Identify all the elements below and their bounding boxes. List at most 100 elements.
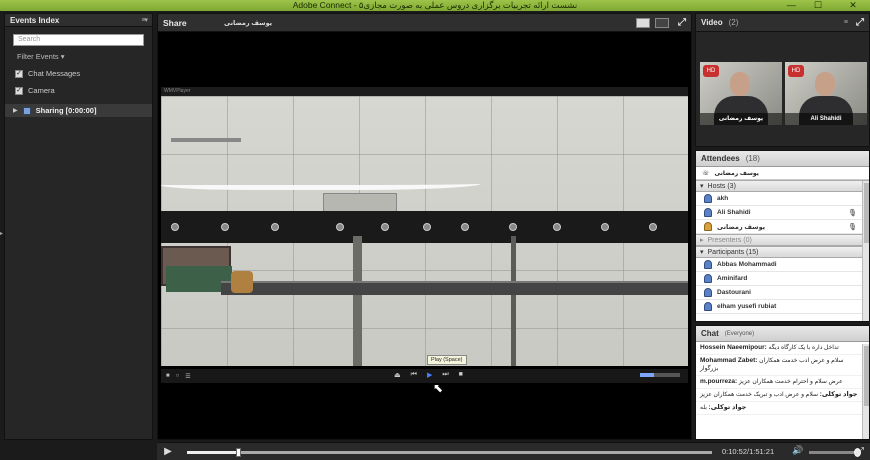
events-search-input[interactable]: Search xyxy=(13,34,144,46)
event-sharing-item[interactable]: ▶ Sharing [0:00:00] xyxy=(5,104,152,117)
attendee-row[interactable]: Dastourani xyxy=(696,286,869,300)
attendees-header: Attendees (18) xyxy=(696,151,869,167)
checkbox-camera[interactable]: ✓ Camera xyxy=(15,86,152,95)
collapse-arrow-icon[interactable]: ▾ xyxy=(700,248,704,256)
events-index-title: Events Index xyxy=(10,15,60,25)
volume-icon[interactable]: 🔊 xyxy=(792,445,803,456)
full-view-button[interactable] xyxy=(655,17,669,28)
event-sharing-label: Sharing [0:00:00] xyxy=(35,106,97,115)
attendee-row[interactable]: Ali Shahidi 🎙 xyxy=(696,206,869,220)
water-hose xyxy=(161,174,481,190)
bolt xyxy=(381,223,389,231)
brass-fitting xyxy=(231,271,253,293)
person-icon xyxy=(704,274,712,283)
microphone-icon: 🎙 xyxy=(848,209,857,217)
person-icon xyxy=(704,302,712,311)
attendees-scrollbar[interactable] xyxy=(862,181,869,321)
attendees-count: (18) xyxy=(745,154,760,163)
next-icon[interactable]: ⏭ xyxy=(442,371,448,379)
stop-icon[interactable]: ■ xyxy=(459,371,463,379)
microphone-icon: 🎙 xyxy=(848,223,857,231)
chat-title: Chat xyxy=(701,329,719,338)
attendees-pod: Attendees (18) ☏ یوسف رمضانی ▾ Hosts (3)… xyxy=(695,150,870,322)
play-icon[interactable]: ▶ xyxy=(427,371,432,379)
camera-name: Ali Shahidi xyxy=(785,113,867,125)
playback-time: 0:10:52/1:51:21 xyxy=(722,447,775,456)
checkbox-checked-icon[interactable]: ✓ xyxy=(15,86,23,95)
volume-slider[interactable] xyxy=(809,448,861,457)
chat-scrollbar[interactable] xyxy=(862,344,869,439)
previous-icon[interactable]: ⏮ xyxy=(411,371,417,379)
fullscreen-icon[interactable]: ⤢ xyxy=(678,17,686,28)
eject-icon[interactable]: ⏏ xyxy=(394,371,401,379)
bolt xyxy=(336,223,344,231)
chat-message: Mohammad Zabet: سلام و عرض ادب خدمت همکا… xyxy=(696,355,869,376)
play-tooltip: Play (Space) xyxy=(427,355,467,365)
attendee-row[interactable]: یوسف رمضانی 🎙 xyxy=(696,220,869,234)
user-status-icon[interactable]: ☏ xyxy=(702,170,710,177)
settings-icon[interactable]: ☰ xyxy=(185,373,190,380)
hd-badge: HD xyxy=(788,65,804,77)
vertical-rod xyxy=(511,236,516,366)
chat-sender: جواد توکلی: xyxy=(708,404,747,411)
chevron-down-icon: ▾ xyxy=(60,52,65,61)
close-button[interactable]: ✕ xyxy=(840,0,866,11)
attendee-row[interactable]: elham yusefi rubiat xyxy=(696,300,869,314)
attendee-name: Abbas Mohammadi xyxy=(717,261,777,268)
shared-video-frame[interactable] xyxy=(161,96,688,366)
attendee-name: elham yusefi rubiat xyxy=(717,303,777,310)
checkbox-checked-icon[interactable]: ✓ xyxy=(15,69,23,78)
attendee-name: Dastourani xyxy=(717,289,751,296)
black-beam xyxy=(161,211,688,243)
chat-text: بله xyxy=(700,405,707,411)
maximize-button[interactable]: ☐ xyxy=(814,0,822,11)
minimize-button[interactable]: — xyxy=(787,0,796,11)
bolt xyxy=(509,223,517,231)
bolt xyxy=(649,223,657,231)
seek-thumb[interactable] xyxy=(236,448,242,457)
fit-width-button[interactable] xyxy=(636,17,650,28)
chat-text: تداخل داره با یک کارگاه دیگه xyxy=(768,345,839,351)
person-icon xyxy=(704,208,712,217)
group-label: Participants (15) xyxy=(707,248,759,256)
group-presenters[interactable]: ▸ Presenters (0) xyxy=(696,234,869,246)
camera-feed[interactable]: HD Ali Shahidi xyxy=(785,62,867,125)
collapse-arrow-icon[interactable]: ▾ xyxy=(700,182,704,190)
chat-sender: Mohammad Zabet: xyxy=(700,357,758,364)
filter-events-dropdown[interactable]: Filter Events ▾ xyxy=(17,52,152,61)
attendee-row[interactable]: Abbas Mohammadi xyxy=(696,258,869,272)
pod-menu-icon[interactable]: ≡ xyxy=(844,19,848,26)
play-icon[interactable]: ▶ xyxy=(157,446,179,457)
current-user-row[interactable]: ☏ یوسف رمضانی xyxy=(696,167,869,180)
window-titlebar: Adobe Connect - نشست ارائه تجربیات برگزا… xyxy=(0,0,870,11)
bolt xyxy=(221,223,229,231)
fullscreen-icon[interactable]: ⤢ xyxy=(856,17,864,28)
stop-icon[interactable]: ■ xyxy=(166,373,170,379)
group-participants[interactable]: ▾ Participants (15) xyxy=(696,246,869,258)
attendee-name: akh xyxy=(717,195,729,202)
panel-resize-handle[interactable]: ▸ xyxy=(0,230,3,238)
chat-message: m.pourreza: عرض سلام و احترام خدمت همکار… xyxy=(696,376,869,389)
current-user-name: یوسف رمضانی xyxy=(714,170,759,177)
checkbox-chat-messages[interactable]: ✓ Chat Messages xyxy=(15,69,152,78)
loop-icon[interactable]: ○ xyxy=(176,373,180,379)
expand-arrow-icon[interactable]: ▶ xyxy=(13,107,18,114)
share-header: Share یوسف رمضانی ⤢ xyxy=(158,14,691,32)
group-hosts[interactable]: ▾ Hosts (3) xyxy=(696,180,869,192)
attendee-row[interactable]: Aminifard xyxy=(696,272,869,286)
checkbox-label: Camera xyxy=(28,86,55,95)
camera-feed[interactable]: HD یوسف رمضانی xyxy=(700,62,782,125)
seek-slider[interactable] xyxy=(187,448,712,457)
attendee-row[interactable]: akh xyxy=(696,192,869,206)
pod-menu-icon[interactable]: ≡▾ xyxy=(141,16,148,24)
bolt xyxy=(601,223,609,231)
person-icon xyxy=(704,288,712,297)
chat-sender: Hossein Naeemipour: xyxy=(700,344,767,351)
wall-rail xyxy=(171,138,241,142)
attendees-title: Attendees xyxy=(701,154,740,163)
fullscreen-icon[interactable]: ⤢ xyxy=(856,446,864,457)
chat-message: Hossein Naeemipour: تداخل داره با یک کار… xyxy=(696,342,869,355)
attendee-name: یوسف رمضانی xyxy=(717,223,766,231)
expand-arrow-icon[interactable]: ▸ xyxy=(700,236,704,244)
player-volume-slider[interactable] xyxy=(640,373,680,377)
